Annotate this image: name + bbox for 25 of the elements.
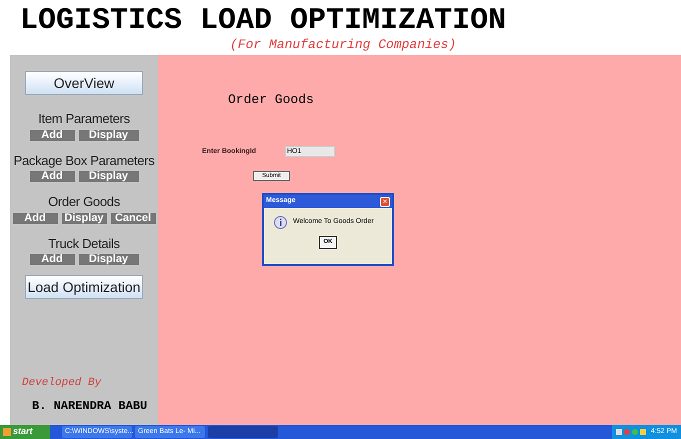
sidebar-action-button[interactable]: Cancel <box>110 212 156 224</box>
sidebar-action-button[interactable]: Add <box>12 212 58 224</box>
section-label: Item Parameters <box>38 110 130 128</box>
info-icon <box>274 216 287 229</box>
credit-label: Developed By <box>22 376 102 390</box>
sidebar-action-button[interactable]: Display <box>78 254 138 265</box>
section-label: Order Goods <box>48 193 120 211</box>
start-button[interactable]: start <box>0 425 50 439</box>
credit-name: B. NARENDRA BABU <box>32 398 148 415</box>
section-label: Truck Details <box>48 234 120 252</box>
app-subtitle: (For Manufacturing Companies) <box>230 38 456 52</box>
sidebar-action-button[interactable]: Add <box>30 254 74 265</box>
nav-button[interactable]: Load Optimization <box>25 275 143 299</box>
page-heading: Order Goods <box>228 91 314 109</box>
taskbar-button[interactable] <box>208 426 278 438</box>
app-title: LOGISTICS LOAD OPTIMIZATION <box>20 4 506 38</box>
sidebar-action-button[interactable]: Add <box>30 130 74 140</box>
windows-logo-icon <box>3 428 11 436</box>
sidebar-action-button[interactable]: Display <box>78 171 138 182</box>
section-label: Package Box Parameters <box>14 152 154 170</box>
sidebar-action-button[interactable]: Add <box>30 171 74 182</box>
sidebar-action-button[interactable]: Display <box>78 130 138 140</box>
nav-button[interactable]: OverView <box>25 71 143 95</box>
close-button[interactable]: × <box>380 196 390 206</box>
sidebar-action-button[interactable]: Display <box>62 212 106 224</box>
